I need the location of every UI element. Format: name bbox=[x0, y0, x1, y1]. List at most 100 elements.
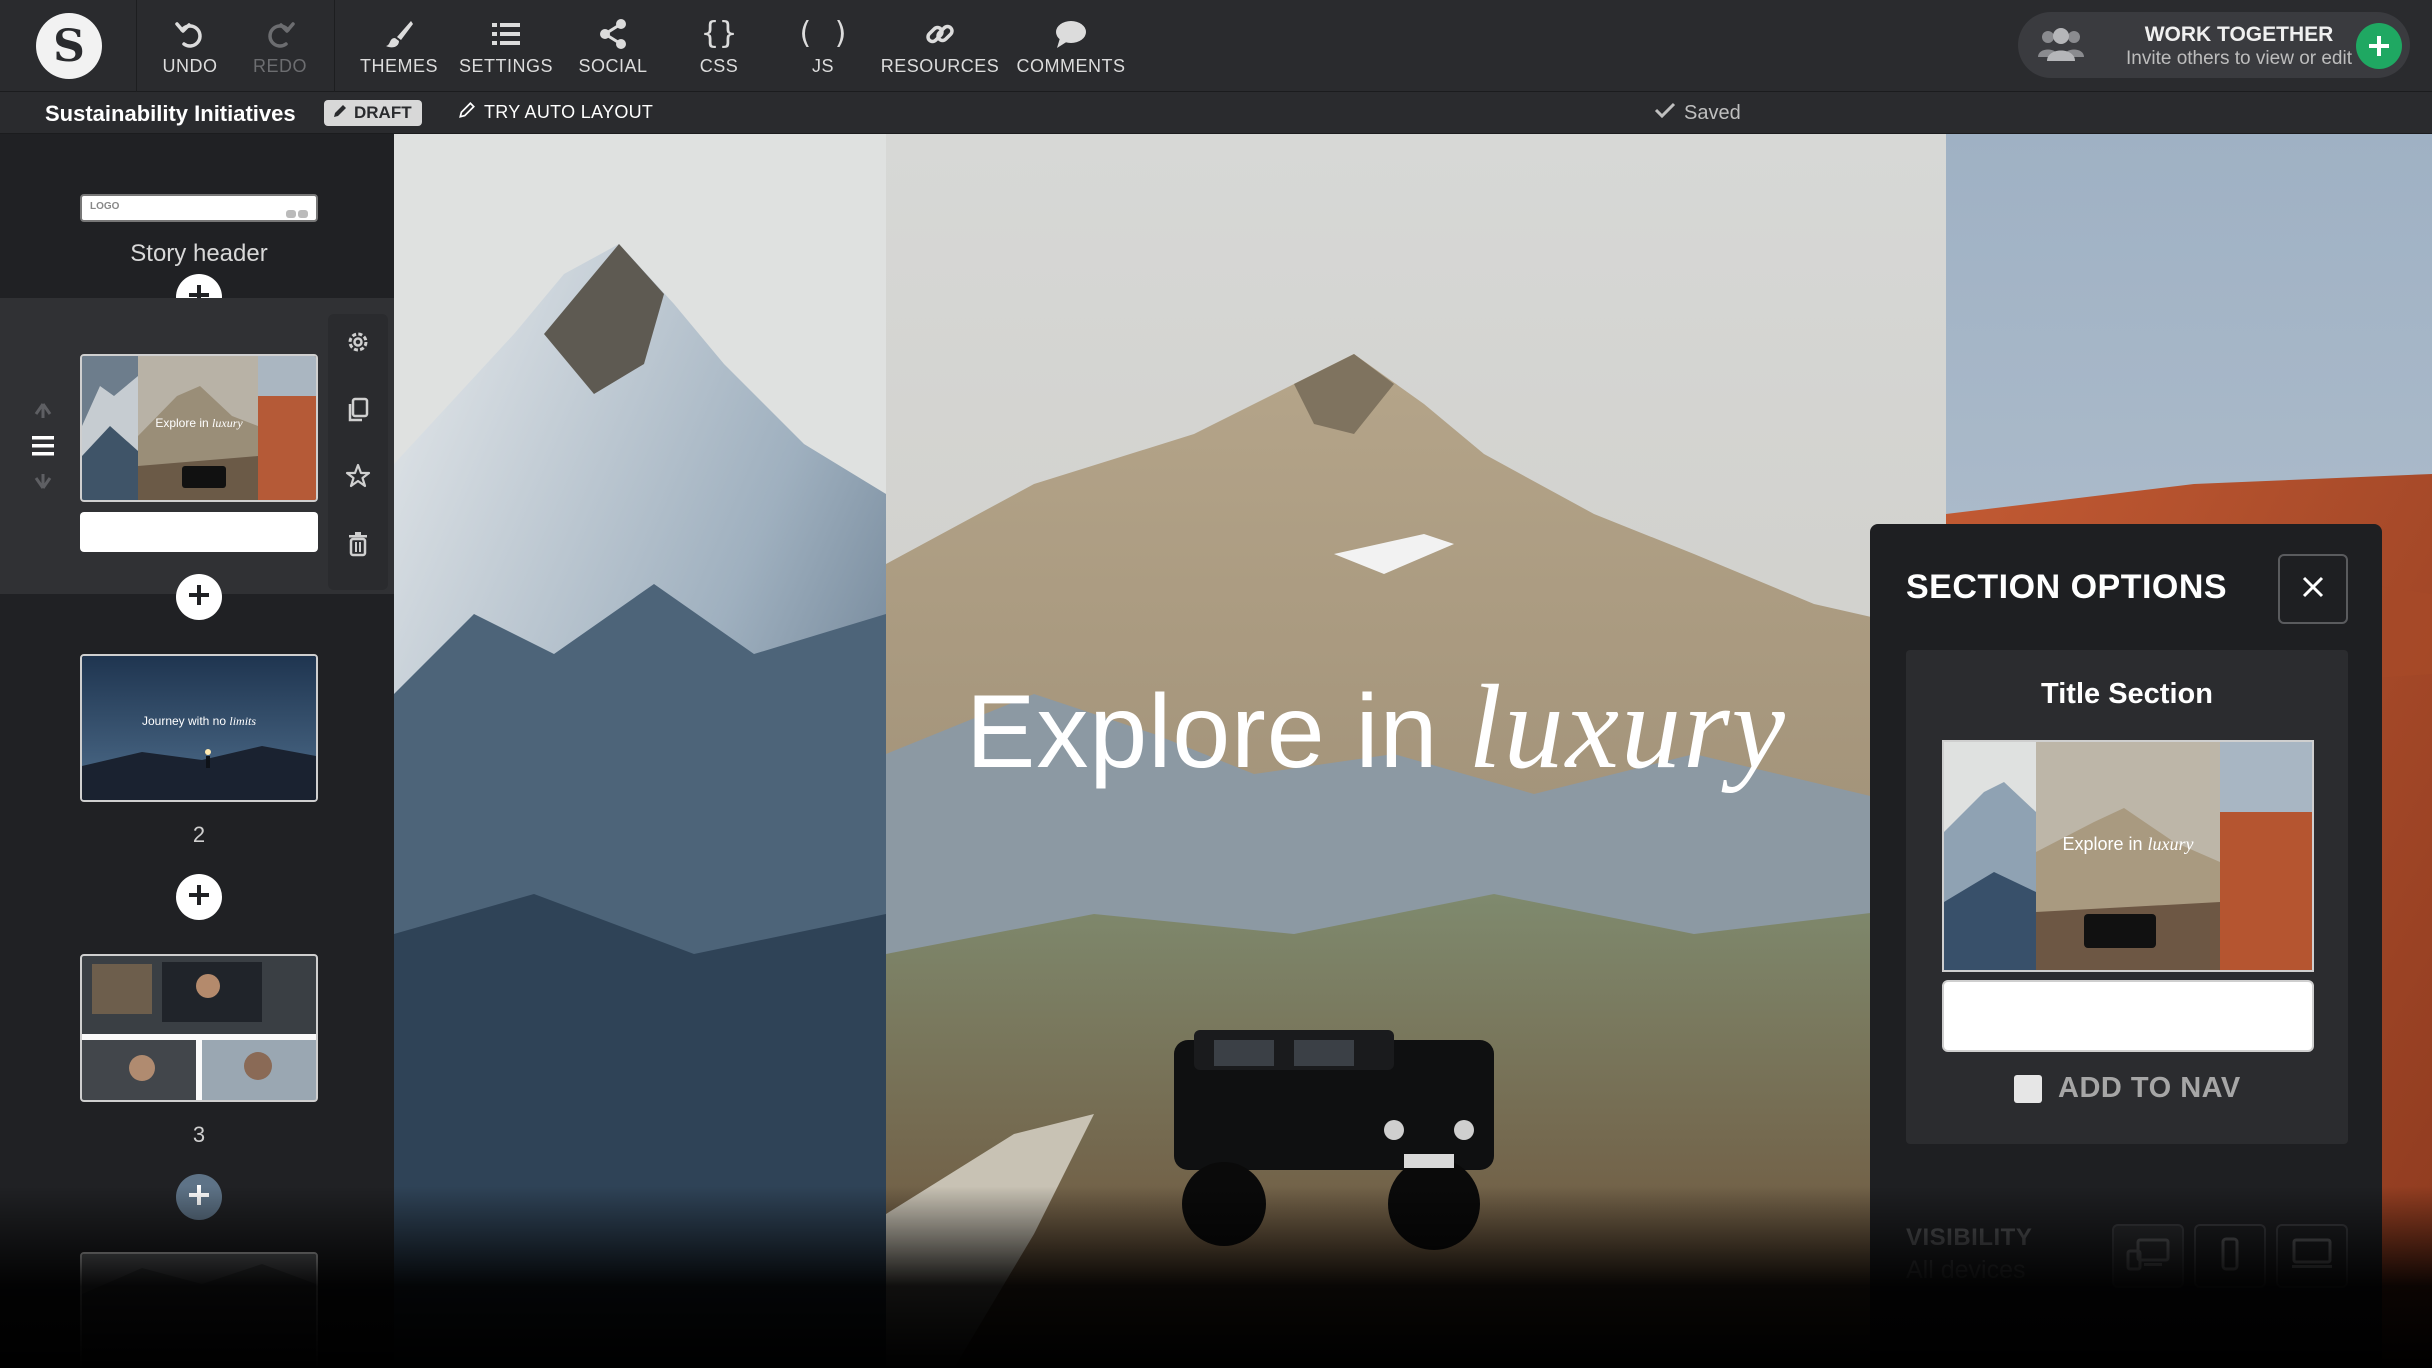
list-icon bbox=[490, 16, 522, 52]
section-tools bbox=[328, 314, 388, 590]
auto-layout-label: TRY AUTO LAYOUT bbox=[484, 102, 654, 122]
add-to-nav-checkbox[interactable]: ADD TO NAV bbox=[2014, 1072, 2241, 1105]
redo-button[interactable]: REDO bbox=[250, 0, 310, 92]
share-icon bbox=[597, 16, 629, 52]
toolbar-divider bbox=[136, 0, 137, 92]
checkbox[interactable] bbox=[2014, 1074, 2042, 1103]
plus-icon[interactable] bbox=[2356, 23, 2402, 69]
people-icon bbox=[2036, 27, 2086, 68]
section-number: 2 bbox=[192, 822, 206, 847]
add-section-button[interactable] bbox=[176, 874, 222, 920]
app-logo[interactable]: S bbox=[36, 13, 102, 79]
undo-button[interactable]: UNDO bbox=[160, 0, 220, 92]
nav-title-input[interactable] bbox=[1942, 980, 2314, 1052]
save-status: Saved bbox=[1654, 101, 1741, 125]
thumbnail-title-plain: Explore in bbox=[155, 416, 209, 430]
draft-badge[interactable]: DRAFT bbox=[324, 100, 422, 126]
visibility-value: All devices bbox=[1906, 1256, 2026, 1284]
hero-title[interactable]: Explore in luxury bbox=[966, 658, 1787, 796]
thumbnail-title: Journey with no limits bbox=[82, 714, 316, 729]
visibility-mobile-button[interactable] bbox=[2194, 1224, 2266, 1288]
visibility-label: VISIBILITY bbox=[1906, 1224, 2033, 1251]
all-devices-icon bbox=[2126, 1237, 2170, 1276]
plus-icon bbox=[188, 584, 210, 611]
work-together-button[interactable]: WORK TOGETHER Invite others to view or e… bbox=[2018, 12, 2410, 78]
redo-icon bbox=[264, 16, 296, 52]
thumbnail-title: Explore in luxury bbox=[82, 416, 316, 431]
work-together-subtitle: Invite others to view or edit bbox=[2126, 48, 2352, 69]
star-icon[interactable] bbox=[344, 462, 372, 490]
story-header-label: Story header bbox=[130, 240, 268, 267]
curly-braces-icon: {} bbox=[700, 16, 738, 51]
visibility-desktop-button[interactable] bbox=[2276, 1224, 2348, 1288]
hero-title-plain: Explore in bbox=[966, 674, 1439, 790]
resources-button[interactable]: RESOURCES bbox=[881, 0, 999, 92]
saved-label: Saved bbox=[1684, 101, 1741, 124]
pencil-icon bbox=[458, 101, 476, 124]
visibility-all-devices-button[interactable] bbox=[2112, 1224, 2184, 1288]
hero-title-italic: luxury bbox=[1468, 660, 1787, 793]
story-title[interactable]: Sustainability Initiatives bbox=[45, 101, 296, 127]
js-label: JS bbox=[811, 55, 834, 76]
social-label: SOCIAL bbox=[578, 55, 648, 76]
add-section-button[interactable] bbox=[176, 574, 222, 620]
trash-icon[interactable] bbox=[344, 530, 372, 558]
toolbar-divider bbox=[334, 0, 335, 92]
app-logo-letter: S bbox=[53, 20, 85, 72]
social-button[interactable]: SOCIAL bbox=[570, 0, 656, 92]
plus-icon bbox=[188, 884, 210, 911]
link-icon bbox=[924, 16, 956, 52]
comment-icon bbox=[1054, 16, 1088, 52]
thumbnail-title-plain: Journey with no bbox=[141, 714, 227, 728]
section-number: 3 bbox=[192, 1122, 206, 1147]
settings-label: SETTINGS bbox=[458, 55, 553, 76]
section-type-title: Title Section bbox=[2041, 678, 2213, 710]
section-nav-title-input[interactable] bbox=[80, 512, 318, 552]
story-bar: Sustainability Initiatives DRAFT TRY AUT… bbox=[0, 92, 2432, 134]
undo-label: UNDO bbox=[162, 55, 218, 76]
css-button[interactable]: {} CSS bbox=[686, 0, 752, 92]
preview-title: Explore in luxury bbox=[1944, 834, 2312, 855]
header-logo-placeholder: LOGO bbox=[90, 201, 120, 212]
add-to-nav-label: ADD TO NAV bbox=[2058, 1072, 2241, 1104]
add-section-button[interactable] bbox=[176, 1174, 222, 1220]
sections-sidebar: LOGO Story header Explore in luxury Jour… bbox=[0, 134, 394, 1368]
close-icon bbox=[2301, 575, 2325, 604]
settings-button[interactable]: SETTINGS bbox=[456, 0, 556, 92]
section-preview-thumbnail: Explore in luxury bbox=[1942, 740, 2314, 972]
plus-icon bbox=[188, 1184, 210, 1211]
themes-button[interactable]: THEMES bbox=[352, 0, 446, 92]
preview-title-plain: Explore in bbox=[2062, 834, 2143, 854]
checkmark-icon bbox=[1654, 101, 1676, 125]
section-thumbnail-2[interactable]: Journey with no limits bbox=[80, 654, 318, 802]
comments-label: COMMENTS bbox=[1016, 55, 1126, 76]
resources-label: RESOURCES bbox=[880, 55, 1000, 76]
duplicate-icon[interactable] bbox=[344, 396, 372, 424]
section-thumbnail-1[interactable]: Explore in luxury bbox=[80, 354, 318, 502]
themes-label: THEMES bbox=[359, 55, 438, 76]
top-toolbar: S UNDO REDO THEMES SETTINGS SOCIAL {} CS… bbox=[0, 0, 2432, 92]
thumbnail-title-italic: luxury bbox=[212, 416, 243, 430]
undo-icon bbox=[174, 16, 206, 52]
panel-title: SECTION OPTIONS bbox=[1906, 568, 2228, 606]
header-nav-placeholder bbox=[284, 205, 308, 218]
preview-title-italic: luxury bbox=[2147, 834, 2194, 854]
drag-handle[interactable] bbox=[24, 402, 62, 492]
section-options-panel: SECTION OPTIONS Title Section Explore in… bbox=[1870, 524, 2382, 1368]
phone-icon bbox=[2220, 1237, 2240, 1276]
brush-icon bbox=[383, 16, 415, 52]
comments-button[interactable]: COMMENTS bbox=[1014, 0, 1128, 92]
redo-label: REDO bbox=[252, 55, 307, 76]
section-thumbnail-4[interactable] bbox=[80, 1252, 318, 1368]
draft-label: DRAFT bbox=[354, 103, 412, 122]
section-thumbnail-3[interactable] bbox=[80, 954, 318, 1102]
js-button[interactable]: ( ) JS bbox=[790, 0, 856, 92]
pencil-icon bbox=[332, 103, 348, 124]
gear-icon[interactable] bbox=[344, 328, 372, 356]
close-button[interactable] bbox=[2278, 554, 2348, 624]
parentheses-icon: ( ) bbox=[795, 16, 851, 51]
title-section-card: Title Section Explore in luxury ADD TO N… bbox=[1906, 650, 2348, 1144]
try-auto-layout-button[interactable]: TRY AUTO LAYOUT bbox=[458, 101, 653, 124]
story-header-thumbnail[interactable]: LOGO bbox=[80, 194, 318, 222]
desktop-icon bbox=[2290, 1237, 2334, 1276]
